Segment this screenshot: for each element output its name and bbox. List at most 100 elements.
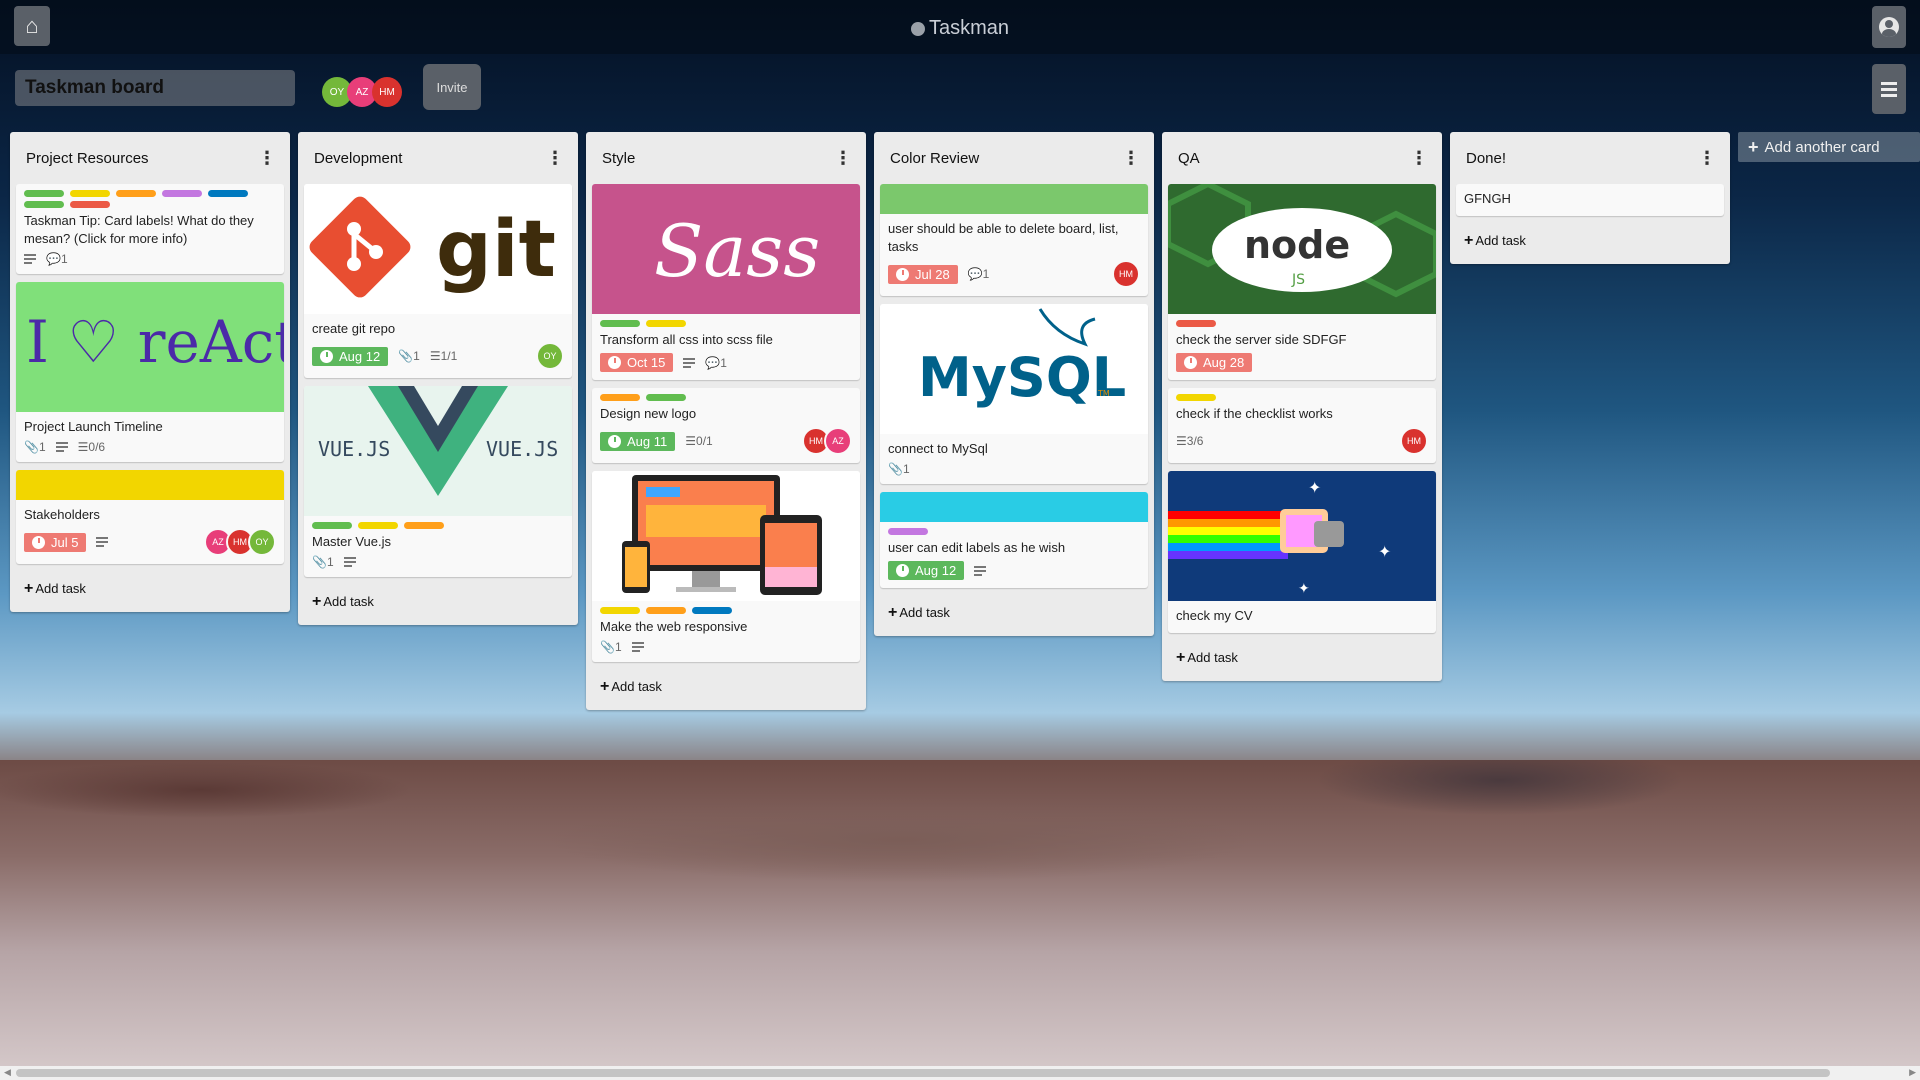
due-date-badge[interactable]: Aug 12 (888, 561, 965, 580)
description-icon (683, 357, 696, 368)
label-orange (404, 522, 444, 529)
plus-icon: + (888, 604, 898, 621)
card-labels (1176, 320, 1428, 327)
home-button[interactable]: ⌂ (14, 6, 50, 46)
avatar[interactable]: HM (1400, 427, 1428, 455)
svg-text:✦: ✦ (1308, 480, 1321, 497)
due-date-badge[interactable]: Jul 5 (24, 532, 87, 552)
task-card[interactable]: Design new logo Aug 11 ☰0/1 HM AZ (592, 388, 860, 463)
task-card[interactable]: git create git repo Aug 12 📎1 ☰1/1 OY (304, 184, 572, 378)
svg-text:✦: ✦ (1298, 580, 1310, 596)
task-card[interactable]: user can edit labels as he wish Aug 12 (880, 492, 1148, 588)
list-title[interactable]: Project Resources (26, 150, 149, 167)
plus-icon: + (24, 580, 34, 597)
card-title: check if the checklist works (1176, 406, 1333, 421)
add-task-button[interactable]: + Add task (1162, 641, 1442, 681)
list-menu-icon[interactable]: ⋮ (546, 148, 564, 169)
plus-icon: + (1748, 136, 1759, 157)
task-card[interactable]: Stakeholders Jul 5 AZ HM OY (16, 470, 284, 564)
card-title: Master Vue.js (312, 534, 391, 549)
list-header: Style ⋮ (586, 132, 866, 184)
attachments-badge: 📎1 (600, 640, 622, 654)
label-blue (692, 607, 732, 614)
task-card[interactable]: check if the checklist works ☰3/6 HM (1168, 388, 1436, 463)
comments-badge: 💬1 (705, 355, 727, 370)
avatar[interactable]: OY (536, 342, 564, 370)
user-menu-button[interactable] (1872, 6, 1906, 48)
due-date-badge[interactable]: Jul 28 (888, 264, 958, 284)
add-task-button[interactable]: + Add task (10, 572, 290, 612)
description-icon (343, 557, 356, 567)
responsive-devices-cover-image (592, 471, 860, 601)
scrollbar-thumb[interactable] (16, 1069, 1830, 1077)
due-date-badge[interactable]: Aug 28 (1176, 353, 1253, 372)
list-title[interactable]: Done! (1466, 150, 1506, 167)
card-labels (1176, 394, 1428, 401)
board-menu-button[interactable] (1872, 64, 1906, 114)
card-labels (888, 528, 1140, 535)
task-card[interactable]: Sass Transform all css into scss file Oc… (592, 184, 860, 380)
hamburger-icon (1881, 81, 1897, 85)
git-cover-image: git (304, 184, 572, 314)
list-menu-icon[interactable]: ⋮ (258, 148, 276, 169)
avatar[interactable]: HM (1112, 260, 1140, 288)
list-color-review: Color Review ⋮ user should be able to de… (874, 132, 1154, 636)
list-menu-icon[interactable]: ⋮ (1410, 148, 1428, 169)
task-card[interactable]: user should be able to delete board, lis… (880, 184, 1148, 296)
color-cover-sky (880, 492, 1148, 522)
task-card[interactable]: VUE.JS VUE.JS Master Vue.js 📎1 (304, 386, 572, 577)
list-development: Development ⋮ git create git repo Aug 12… (298, 132, 578, 625)
label-yellow (358, 522, 398, 529)
task-card[interactable]: node JS check the server side SDFGF Aug … (1168, 184, 1436, 380)
board-title[interactable]: Taskman board (15, 70, 295, 106)
add-task-button[interactable]: + Add task (586, 670, 866, 710)
list-menu-icon[interactable]: ⋮ (1698, 148, 1716, 169)
task-card[interactable]: Make the web responsive 📎1 (592, 471, 860, 662)
task-card[interactable]: Taskman Tip: Card labels! What do they m… (16, 184, 284, 274)
add-another-card-button[interactable]: + Add another card (1738, 132, 1920, 162)
checklist-icon: ☰ (77, 440, 89, 454)
avatar[interactable]: HM (372, 77, 402, 107)
card-title: Taskman Tip: Card labels! What do they m… (24, 213, 254, 246)
cover-subtext: JS (1291, 272, 1305, 288)
paperclip-icon: 📎 (600, 640, 615, 654)
description-icon (631, 642, 644, 652)
list-menu-icon[interactable]: ⋮ (834, 148, 852, 169)
label-green (312, 522, 352, 529)
list-title[interactable]: QA (1178, 150, 1200, 167)
paperclip-icon: 📎 (888, 462, 903, 476)
add-task-button[interactable]: + Add task (1450, 224, 1730, 264)
cover-text: I ♡ reAct (26, 308, 284, 376)
list-style: Style ⋮ Sass Transform all css into scss… (586, 132, 866, 710)
task-card[interactable]: I ♡ reAct Project Launch Timeline 📎1 ☰0/… (16, 282, 284, 462)
list-title[interactable]: Color Review (890, 150, 979, 167)
task-card[interactable]: GFNGH (1456, 184, 1724, 216)
checklist-icon: ☰ (1176, 434, 1187, 448)
list-title[interactable]: Development (314, 150, 402, 167)
list-title[interactable]: Style (602, 150, 635, 167)
scroll-left-icon[interactable]: ◀ (4, 1067, 11, 1078)
attachments-badge: 📎1 (24, 440, 46, 454)
task-card[interactable]: ✦ ✦ ✦ check my CV (1168, 471, 1436, 633)
task-card[interactable]: MySQL TM connect to MySql 📎1 (880, 304, 1148, 484)
label-green (600, 320, 640, 327)
due-date-badge[interactable]: Oct 15 (600, 353, 674, 372)
label-yellow (70, 190, 110, 197)
add-task-button[interactable]: + Add task (874, 596, 1154, 636)
due-date-badge[interactable]: Aug 12 (312, 346, 389, 366)
horizontal-scrollbar[interactable]: ◀ ▶ (0, 1066, 1920, 1080)
clock-icon (896, 564, 909, 577)
comments-badge: 💬1 (46, 252, 68, 266)
app-title: Taskman (910, 17, 1009, 40)
clock-icon (32, 535, 45, 549)
avatar[interactable]: OY (248, 528, 276, 556)
avatar[interactable]: AZ (824, 427, 852, 455)
due-date-badge[interactable]: Aug 11 (600, 431, 676, 451)
scroll-right-icon[interactable]: ▶ (1909, 1067, 1916, 1078)
add-task-button[interactable]: + Add task (298, 585, 578, 625)
card-title: Design new logo (600, 406, 697, 421)
list-menu-icon[interactable]: ⋮ (1122, 148, 1140, 169)
attachments-badge: 📎1 (312, 555, 334, 569)
invite-button[interactable]: Invite (423, 64, 481, 110)
card-labels (600, 320, 852, 327)
